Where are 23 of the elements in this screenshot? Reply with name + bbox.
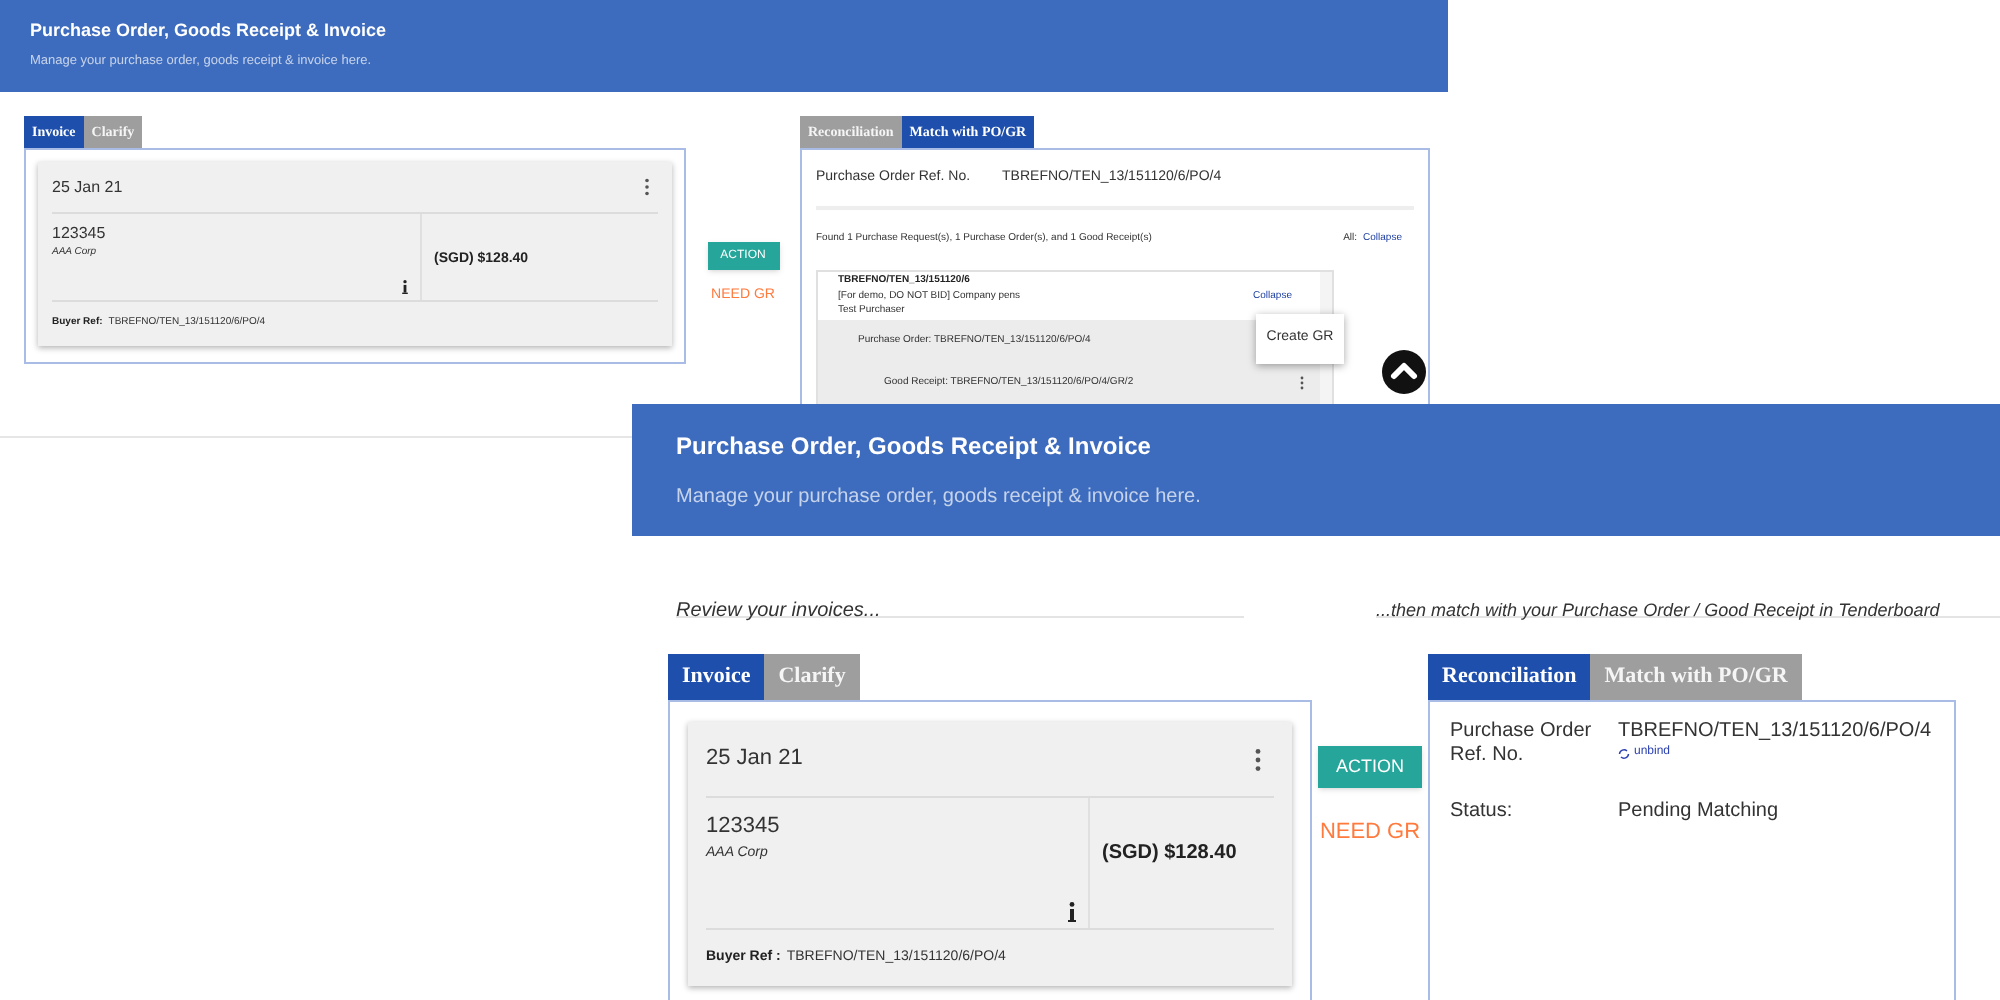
page-title: Purchase Order, Goods Receipt & Invoice (676, 430, 1153, 464)
field-label: Purchase Order Ref. No. (1450, 720, 1594, 768)
unlink-icon (1618, 747, 1630, 759)
invoice-number: 123345 (52, 222, 108, 246)
info-icon[interactable] (1068, 902, 1076, 922)
field-value: TBREFNO/TEN_13/151120/6/PO/4 (1618, 720, 1932, 744)
invoice-date: 25 Jan 21 (52, 175, 123, 199)
tab[interactable]: Reconciliation (1428, 654, 1591, 700)
page-subtitle: Manage your purchase order, goods receipt & invoice here. (676, 484, 1203, 512)
more-icon[interactable] (644, 178, 650, 196)
invoice-number: 123345 (706, 812, 782, 842)
status-value: Pending Matching (1618, 798, 1779, 826)
caption: ...then match with your Purchase Order / Good Receipt in Tenderboard (1376, 600, 1940, 620)
tab[interactable]: Invoice (668, 654, 765, 700)
field-label: Status: (1450, 798, 1515, 826)
page-title: Purchase Order, Goods Receipt & Invoice (30, 18, 389, 44)
scroll-up-button[interactable] (1382, 350, 1426, 394)
more-icon[interactable] (1254, 747, 1262, 771)
invoice-amount: (SGD) $128.40 (1102, 842, 1237, 864)
info-icon[interactable] (402, 280, 408, 294)
caption: Review your invoices... (676, 600, 881, 622)
invoice-date: 25 Jan 21 (706, 744, 803, 775)
status-note: NEED GR (1319, 818, 1421, 848)
